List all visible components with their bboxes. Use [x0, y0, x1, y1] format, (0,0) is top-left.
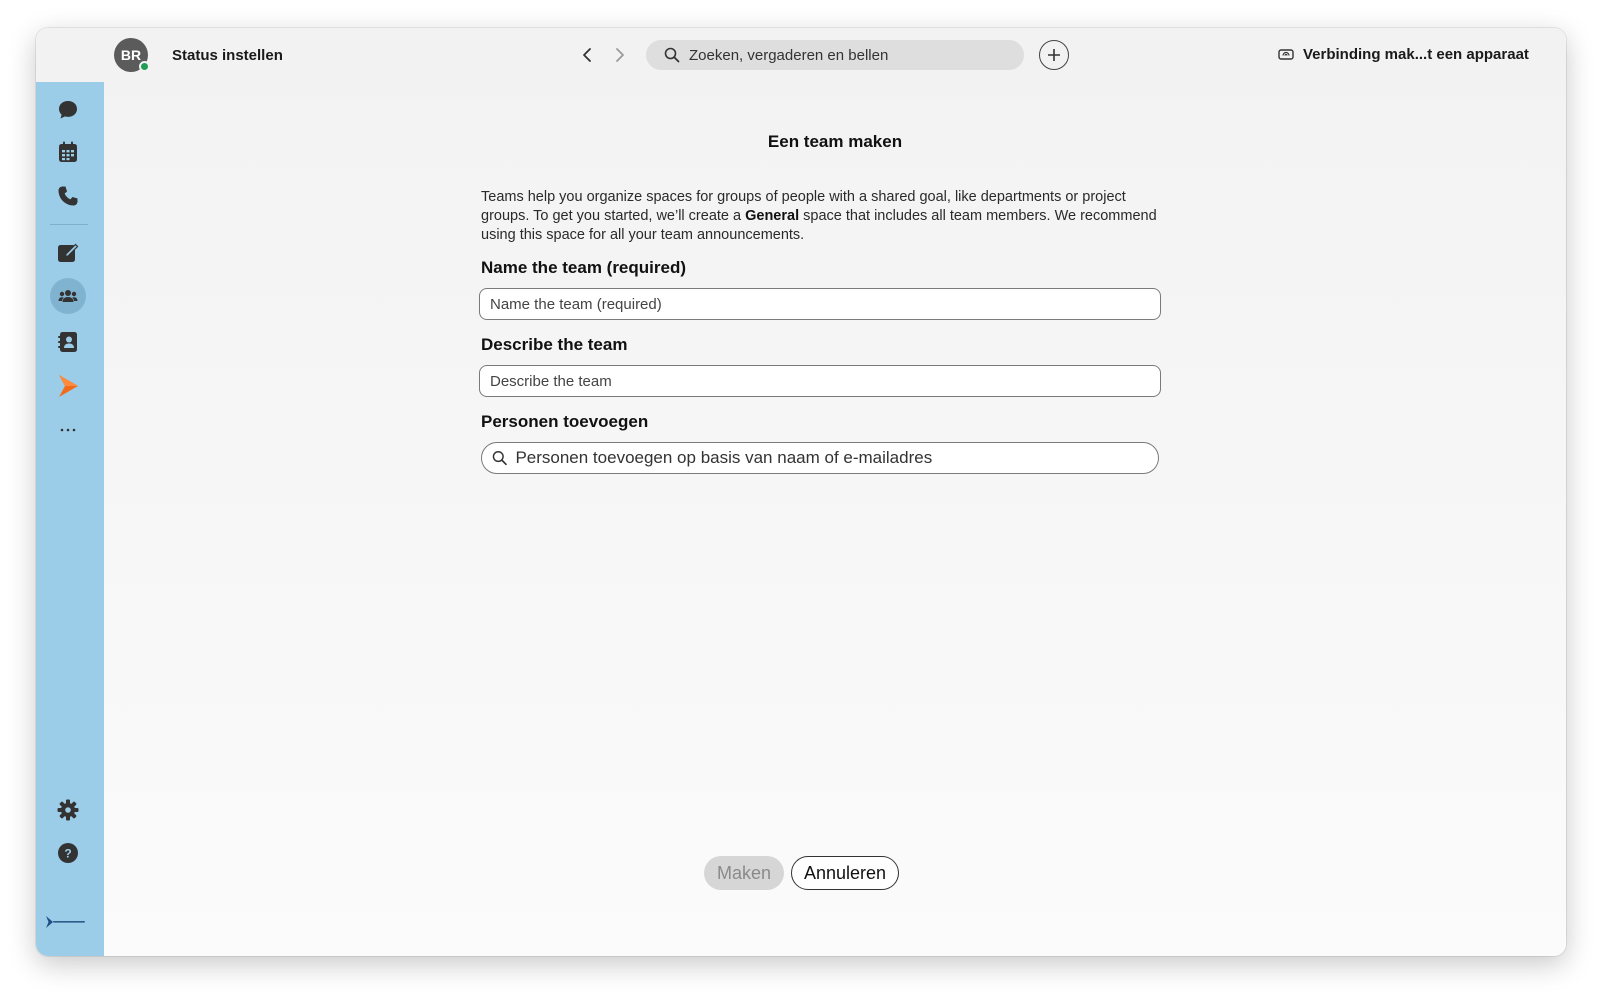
gear-icon [57, 799, 79, 821]
team-describe-field[interactable] [479, 365, 1161, 397]
description-text-bold: General [745, 208, 800, 224]
brand-arrow-icon [46, 916, 53, 928]
global-search-placeholder: Zoeken, vergaderen en bellen [689, 46, 889, 64]
more-icon [60, 428, 76, 432]
avatar-initials: BR [120, 47, 142, 63]
cancel-button[interactable]: Annuleren [791, 856, 899, 890]
calendar-icon [59, 141, 77, 162]
brand-wordmark-icon [53, 921, 85, 923]
team-icon [58, 290, 78, 302]
page-title: Een team maken [767, 132, 903, 151]
sidebar-item-calling[interactable] [50, 178, 86, 214]
settings-button[interactable] [50, 792, 86, 828]
team-name-field[interactable] [479, 288, 1161, 320]
add-people-label: Personen toevoegen [481, 412, 649, 431]
team-name-label: Name the team (required) [481, 258, 686, 277]
sidebar-divider [50, 224, 88, 225]
compose-icon [58, 243, 79, 262]
search-icon [492, 451, 507, 466]
avatar[interactable]: BR [114, 38, 150, 72]
sidebar-item-meetings[interactable] [50, 134, 86, 170]
add-people-field[interactable] [481, 442, 1159, 474]
back-button[interactable] [576, 44, 598, 66]
plus-icon [1048, 49, 1060, 61]
top-bar: BR Status instellen Zoeken, vergaderen e… [36, 28, 1566, 84]
add-people-input[interactable] [515, 448, 1158, 468]
device-icon [1278, 48, 1294, 60]
help-button[interactable]: ? [50, 835, 86, 871]
sidebar-item-messaging[interactable] [50, 92, 86, 128]
forward-button[interactable] [609, 44, 631, 66]
set-status-link[interactable]: Status instellen [172, 47, 283, 64]
phone-icon [58, 186, 78, 206]
sidebar-item-compose[interactable] [50, 234, 86, 270]
arrow-app-icon [59, 375, 78, 397]
team-describe-input[interactable] [490, 372, 1160, 390]
global-search-input[interactable]: Zoeken, vergaderen en bellen [646, 40, 1024, 70]
chat-bubble-icon [59, 101, 77, 119]
sidebar: ? [36, 82, 104, 956]
sidebar-item-more[interactable] [50, 412, 86, 448]
sidebar-item-teams[interactable] [50, 278, 86, 314]
chevron-right-icon [616, 48, 624, 62]
team-name-input[interactable] [490, 295, 1160, 313]
brand-logo [46, 916, 85, 928]
app-window: BR Status instellen Zoeken, vergaderen e… [36, 28, 1566, 956]
team-describe-label: Describe the team [481, 335, 628, 354]
make-button[interactable]: Maken [704, 856, 784, 890]
sidebar-item-webex-app[interactable] [50, 368, 86, 404]
sidebar-item-contacts[interactable] [50, 324, 86, 360]
presence-indicator [139, 61, 150, 72]
connect-device-button[interactable]: Verbinding mak...t een apparaat [1278, 46, 1529, 63]
search-icon [664, 47, 680, 63]
team-description-text: Teams help you organize spaces for group… [481, 188, 1171, 245]
new-button[interactable] [1039, 40, 1069, 70]
create-team-form: Een team maken Teams help you organize s… [104, 84, 1566, 956]
chevron-left-icon [583, 48, 591, 62]
svg-text:?: ? [64, 847, 71, 861]
contacts-icon [58, 332, 77, 352]
connect-device-label: Verbinding mak...t een apparaat [1303, 46, 1529, 63]
help-icon: ? [58, 843, 78, 863]
